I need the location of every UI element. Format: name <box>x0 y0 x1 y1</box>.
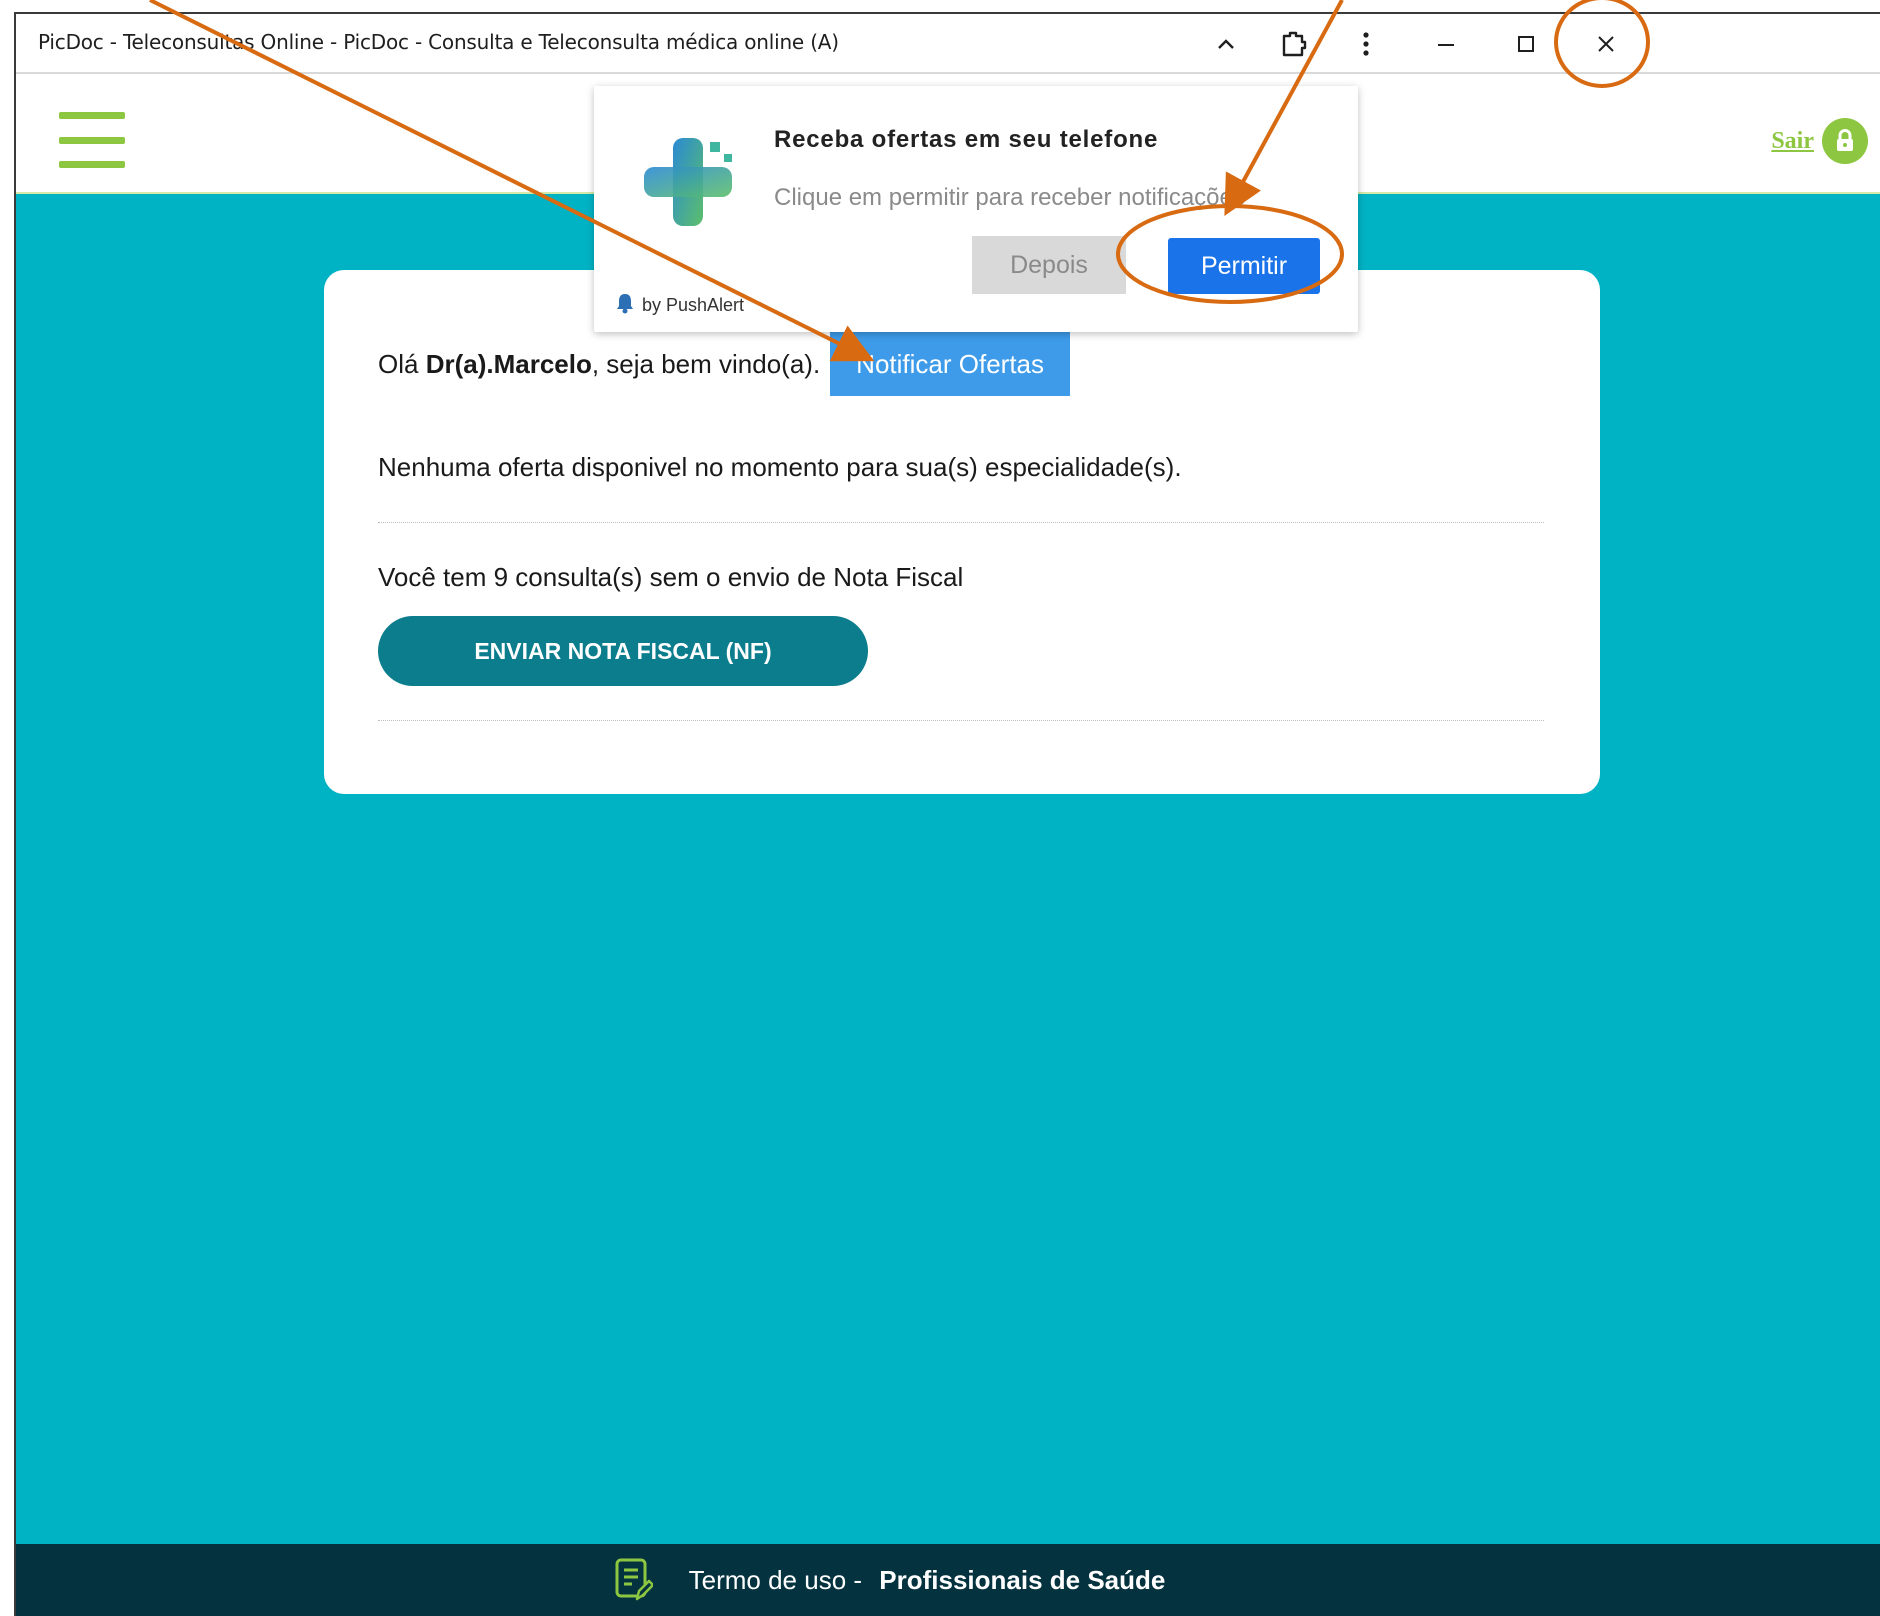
push-notification-popup: Receba ofertas em seu telefone Clique em… <box>594 86 1358 332</box>
logout-label[interactable]: Sair <box>1771 128 1814 155</box>
doctor-name: Dr(a).Marcelo <box>425 348 592 379</box>
picdoc-logo <box>640 134 736 235</box>
terms-link[interactable]: Termo de uso - Profissionais de Saúde <box>613 1557 1166 1603</box>
maximize-icon[interactable] <box>1504 22 1548 66</box>
title-bar: PicDoc - Teleconsultas Online - PicDoc -… <box>16 14 1880 74</box>
popup-message: Clique em permitir para receber notifica… <box>774 184 1245 211</box>
notify-offers-button[interactable]: Notificar Ofertas <box>830 332 1070 396</box>
pending-invoices-text: Você tem 9 consulta(s) sem o envio de No… <box>378 562 964 592</box>
logout-link[interactable]: Sair <box>1771 118 1868 164</box>
allow-button[interactable]: Permitir <box>1168 238 1320 294</box>
extension-icon[interactable] <box>1272 22 1316 66</box>
greeting-prefix: Olá <box>378 348 426 379</box>
browser-window: PicDoc - Teleconsultas Online - PicDoc -… <box>14 12 1880 1616</box>
document-edit-icon <box>613 1557 653 1603</box>
bell-icon <box>614 292 636 319</box>
main-content: Olá Dr(a).Marcelo , seja bem vindo(a). N… <box>16 194 1880 1544</box>
popup-title: Receba ofertas em seu telefone <box>774 126 1159 153</box>
minimize-icon[interactable] <box>1424 22 1468 66</box>
more-vert-icon[interactable] <box>1344 22 1388 66</box>
terms-bold: Profissionais de Saúde <box>879 1564 1166 1595</box>
divider <box>378 522 1544 523</box>
close-icon[interactable] <box>1584 22 1628 66</box>
hamburger-menu-icon[interactable] <box>59 112 125 168</box>
provider-label: by PushAlert <box>642 295 745 315</box>
welcome-card: Olá Dr(a).Marcelo , seja bem vindo(a). N… <box>324 270 1600 794</box>
greeting: Olá Dr(a).Marcelo , seja bem vindo(a). N… <box>378 332 1070 396</box>
pushalert-credit[interactable]: by PushAlert <box>614 292 744 319</box>
footer: Termo de uso - Profissionais de Saúde <box>16 1544 1880 1616</box>
terms-prefix: Termo de uso - <box>688 1564 870 1595</box>
window-title: PicDoc - Teleconsultas Online - PicDoc -… <box>38 30 839 54</box>
divider <box>378 720 1544 721</box>
lock-icon[interactable] <box>1822 118 1868 164</box>
later-button[interactable]: Depois <box>972 236 1126 294</box>
send-invoice-button[interactable]: ENVIAR NOTA FISCAL (NF) <box>378 616 868 686</box>
greeting-suffix: , seja bem vindo(a). <box>591 348 821 379</box>
no-offer-message: Nenhuma oferta disponivel no momento par… <box>378 452 1182 482</box>
chevron-up-icon[interactable] <box>1204 22 1248 66</box>
